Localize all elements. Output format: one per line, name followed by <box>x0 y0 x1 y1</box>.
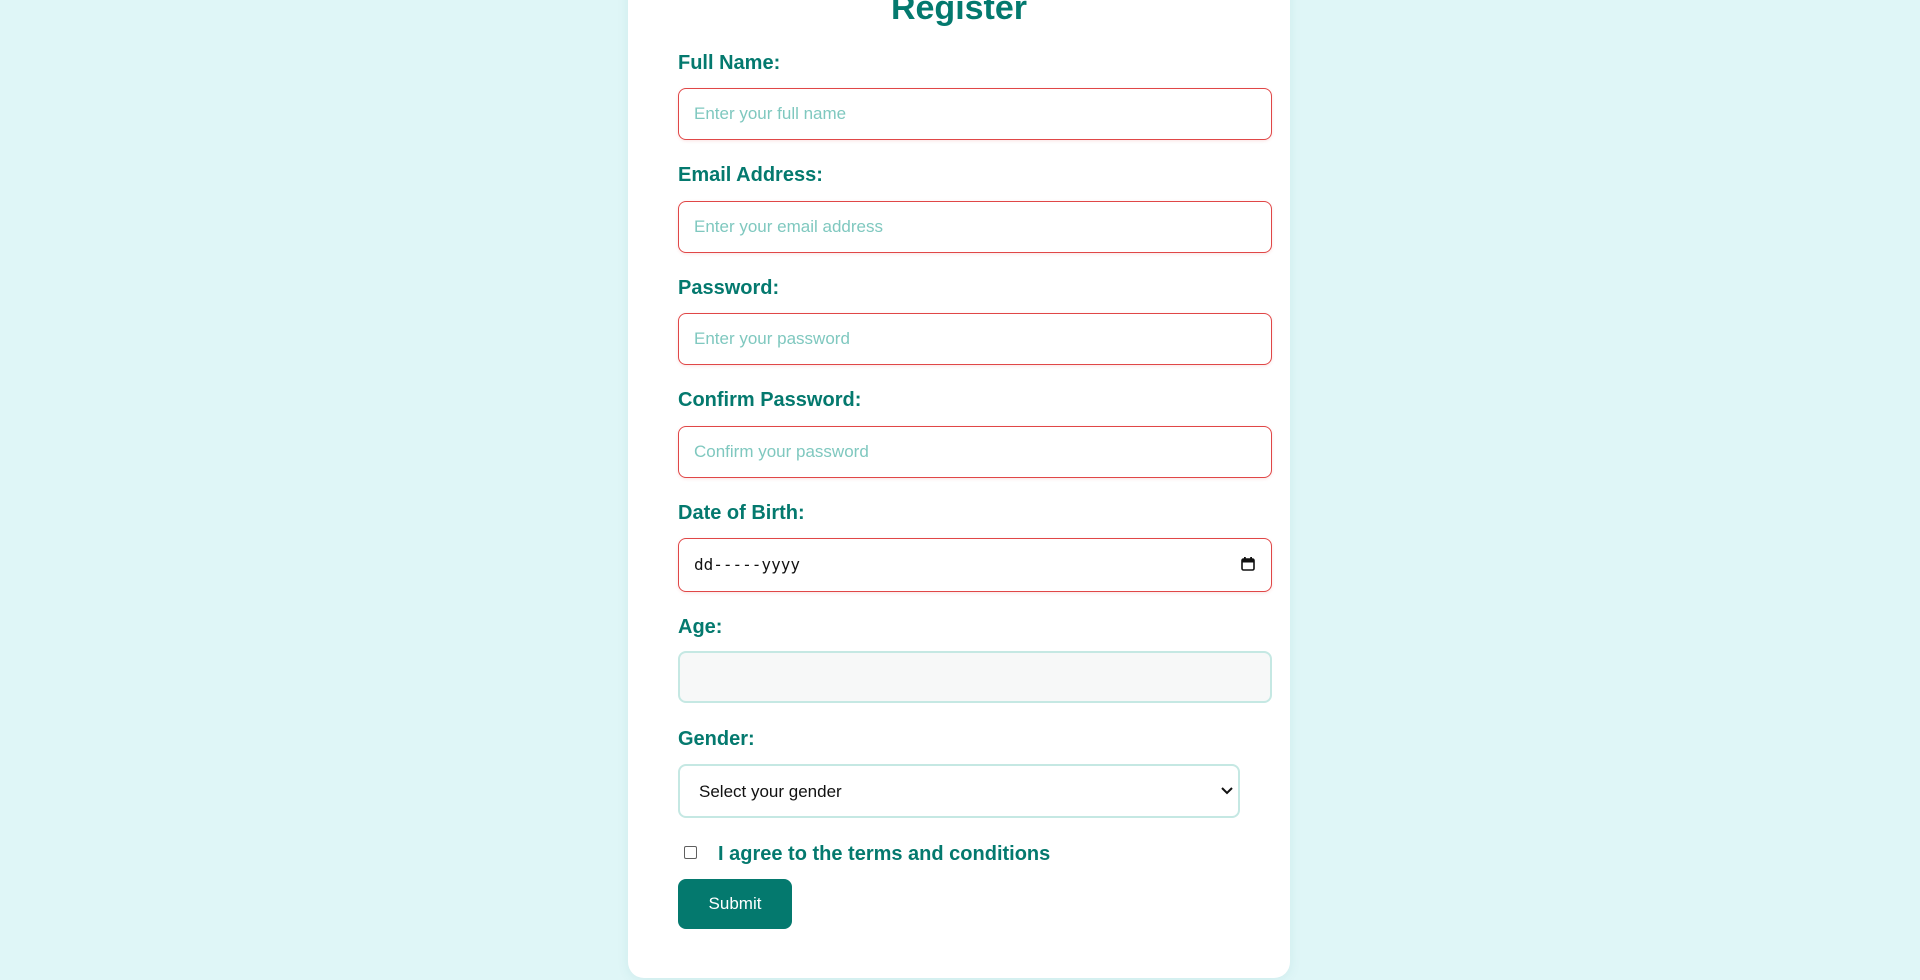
password-label: Password: <box>678 277 780 299</box>
submit-button[interactable]: Submit <box>678 879 792 929</box>
password-input[interactable] <box>678 313 1272 365</box>
terms-label[interactable]: I agree to the terms and conditions <box>718 842 1050 866</box>
full-name-label: Full Name: <box>678 52 781 74</box>
page-title: Register <box>890 0 1028 27</box>
full-name-input[interactable] <box>678 88 1272 140</box>
gender-select[interactable]: Select your gender <box>678 764 1240 818</box>
email-input[interactable] <box>678 201 1272 253</box>
email-label: Email Address: <box>678 164 823 186</box>
dob-format-text: dd-----yyyy <box>694 555 800 574</box>
calendar-icon[interactable] <box>1241 557 1255 571</box>
dob-label: Date of Birth: <box>678 502 805 524</box>
confirm-password-input[interactable] <box>678 426 1272 478</box>
age-input[interactable] <box>678 651 1272 703</box>
confirm-password-label: Confirm Password: <box>678 389 862 411</box>
dob-input[interactable]: dd-----yyyy <box>678 538 1272 592</box>
gender-label: Gender: <box>678 728 755 750</box>
terms-checkbox[interactable] <box>684 846 697 859</box>
gender-select-value: Select your gender <box>699 782 842 801</box>
register-card: Register Full Name: Email Address: Passw… <box>628 0 1290 978</box>
age-label: Age: <box>678 616 723 638</box>
chevron-down-icon <box>1221 787 1233 795</box>
